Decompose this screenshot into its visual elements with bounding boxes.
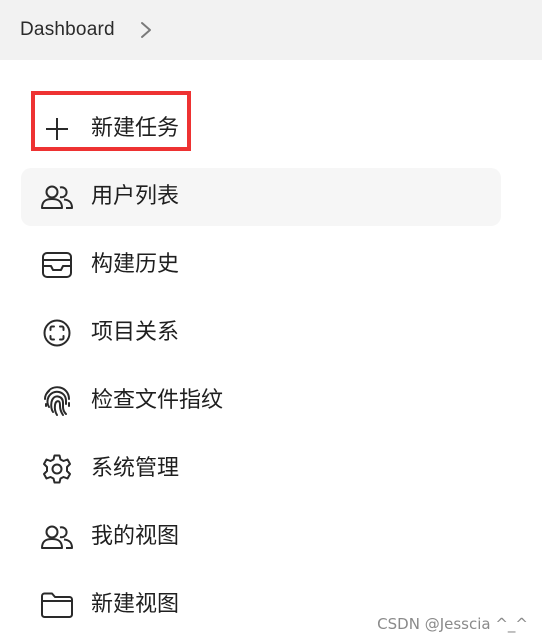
menu-item-label: 我的视图 [91, 524, 180, 549]
menu-item-label: 用户列表 [91, 184, 180, 209]
menu-item-label: 构建历史 [91, 252, 180, 277]
inbox-icon [39, 250, 75, 280]
users-icon [39, 182, 75, 212]
menu-item-my-views[interactable]: 我的视图 [21, 508, 501, 566]
users-icon [39, 522, 75, 552]
menu-item-label: 检查文件指纹 [91, 388, 224, 413]
breadcrumb[interactable]: Dashboard [20, 18, 115, 42]
chevron-right-icon[interactable] [139, 20, 153, 40]
menu-item-label: 系统管理 [91, 456, 180, 481]
header-bar: Dashboard [0, 0, 542, 60]
menu-item-build-history[interactable]: 构建历史 [21, 236, 501, 294]
fingerprint-icon [39, 386, 75, 416]
focus-circle-icon [39, 318, 75, 348]
folder-icon [39, 590, 75, 620]
watermark-text: CSDN @Jesscia ^_^ [377, 615, 528, 633]
menu-item-file-fingerprints[interactable]: 检查文件指纹 [21, 372, 501, 430]
highlight-annotation-box [31, 91, 191, 151]
menu-item-user-list[interactable]: 用户列表 [21, 168, 501, 226]
menu-item-system-management[interactable]: 系统管理 [21, 440, 501, 498]
breadcrumb-dashboard[interactable]: Dashboard [20, 19, 115, 41]
gear-icon [39, 454, 75, 484]
menu-item-label: 项目关系 [91, 320, 180, 345]
menu-item-project-relations[interactable]: 项目关系 [21, 304, 501, 362]
menu-item-label: 新建视图 [91, 592, 180, 617]
